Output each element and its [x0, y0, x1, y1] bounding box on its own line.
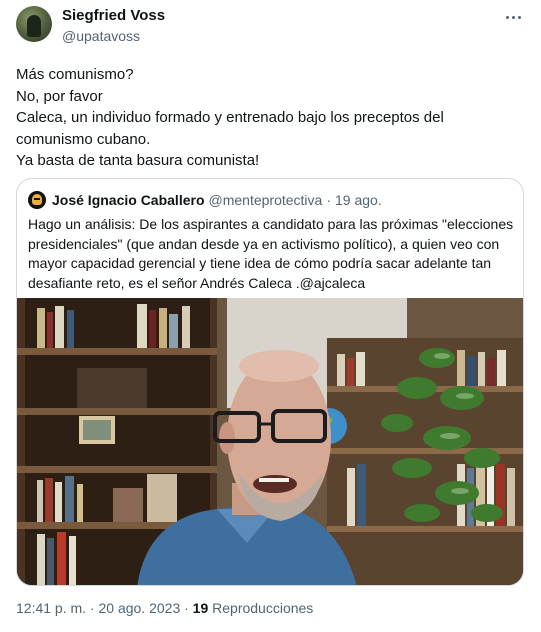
timestamp[interactable]: 12:41 p. m. · 20 ago. 2023 · [16, 600, 193, 616]
quoted-line: desafiante reto, es el señor Andrés Cale… [28, 274, 366, 291]
quoted-tweet[interactable]: José Ignacio Caballero @menteprotectiva … [16, 178, 524, 586]
tweet-line: No, por favor [16, 87, 103, 105]
tweet: Siegfried Voss @upatavoss Más comunismo?… [0, 0, 541, 632]
quoted-header: José Ignacio Caballero @menteprotectiva … [28, 191, 382, 209]
tweet-line: Caleca, un individuo formado y entrenado… [16, 109, 444, 126]
quoted-date[interactable]: 19 ago. [335, 192, 382, 208]
tweet-meta: 12:41 p. m. · 20 ago. 2023 · 19 Reproduc… [16, 600, 313, 616]
views-label: Reproducciones [208, 600, 314, 616]
quoted-avatar[interactable] [28, 191, 46, 209]
quoted-line: mayor capacidad gerencial y tiene idea d… [28, 255, 492, 271]
separator-dot: · [326, 192, 331, 208]
quoted-line: Hago un análisis: De los aspirantes a ca… [28, 216, 514, 232]
tweet-line: Ya basta de tanta basura comunista! [16, 152, 260, 169]
avatar[interactable] [16, 6, 52, 42]
quoted-author-name[interactable]: José Ignacio Caballero [52, 192, 205, 208]
tweet-line: comunismo cubano. [16, 130, 151, 148]
quoted-author-handle[interactable]: @menteprotectiva [209, 192, 323, 208]
author-name[interactable]: Siegfried Voss [62, 7, 165, 25]
quoted-line: presidenciales" (que andan desde ya en a… [28, 235, 500, 252]
more-icon[interactable] [503, 9, 523, 25]
author-block: Siegfried Voss @upatavoss [62, 7, 165, 45]
tweet-text: Más comunismo? No, por favor Caleca, un … [16, 64, 526, 172]
quoted-text: Hago un análisis: De los aspirantes a ca… [28, 215, 518, 293]
tweet-line: Más comunismo? [16, 66, 134, 83]
views-count: 19 [192, 600, 209, 616]
quoted-media-image[interactable] [17, 298, 523, 585]
author-handle[interactable]: @upatavoss [62, 27, 165, 45]
